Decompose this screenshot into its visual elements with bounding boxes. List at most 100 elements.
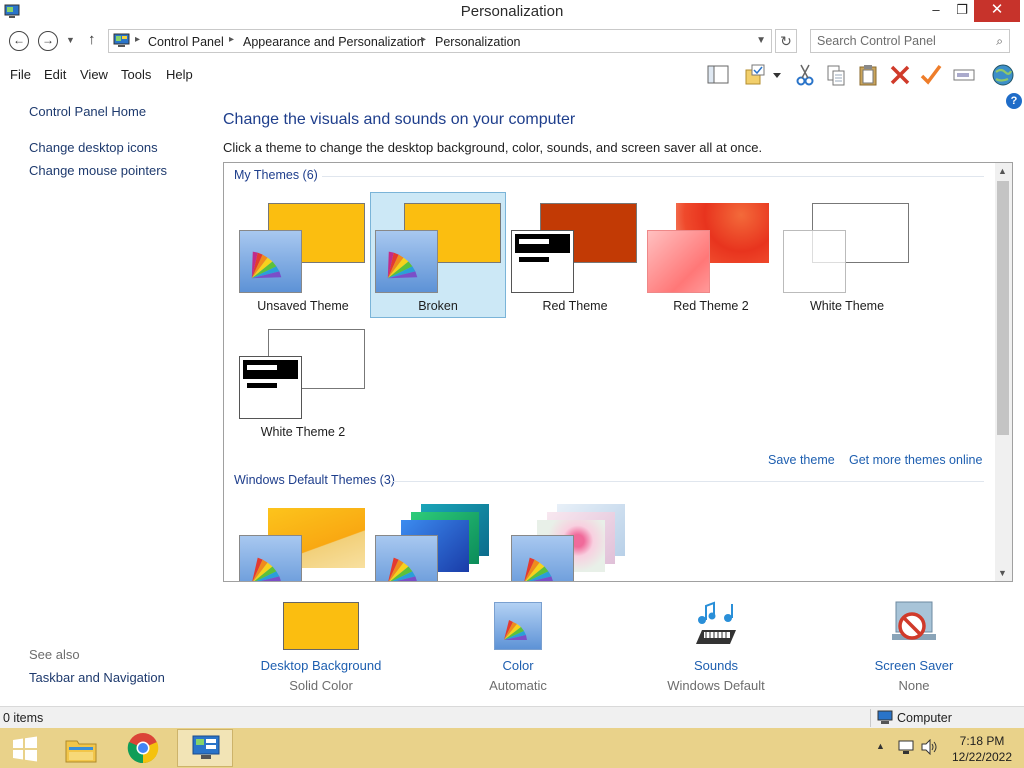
rename-icon[interactable]: [951, 62, 977, 88]
back-button[interactable]: ←: [9, 31, 29, 51]
theme-tile-broken-selected[interactable]: Broken: [370, 192, 506, 318]
breadcrumb-separator[interactable]: ▸: [421, 34, 426, 45]
control-panel-home-link[interactable]: Control Panel Home: [29, 104, 146, 119]
group-divider: [392, 481, 984, 482]
address-row: ← → ▼ ↑ ▸ Control Panel ▸ Appearance and…: [0, 27, 1024, 57]
screen-saver-setting[interactable]: Screen Saver None: [829, 598, 999, 693]
control-panel-icon: [192, 735, 220, 759]
start-button[interactable]: [0, 729, 56, 767]
save-theme-link[interactable]: Save theme: [768, 453, 835, 467]
setting-name[interactable]: Screen Saver: [829, 658, 999, 673]
forward-button[interactable]: →: [38, 31, 58, 51]
menu-file[interactable]: File: [10, 67, 31, 82]
cut-icon[interactable]: [792, 62, 818, 88]
control-panel-icon: [113, 33, 130, 47]
high-contrast-text: [519, 239, 549, 244]
search-icon[interactable]: ⌕: [996, 34, 1003, 49]
theme-tile-red[interactable]: Red Theme: [507, 193, 643, 319]
search-box[interactable]: ⌕: [810, 29, 1010, 53]
theme-tile-windows[interactable]: [235, 498, 371, 581]
theme-tile-white-2[interactable]: White Theme 2: [235, 319, 371, 445]
theme-name: White Theme: [809, 299, 885, 313]
theme-tile-white[interactable]: White Theme: [779, 193, 915, 319]
setting-value: Automatic: [489, 678, 547, 693]
screen-saver-none-icon: [888, 598, 940, 650]
address-bar[interactable]: ▸ Control Panel ▸ Appearance and Persona…: [108, 29, 772, 53]
setting-name[interactable]: Desktop Background: [236, 658, 406, 673]
breadcrumb-separator[interactable]: ▸: [229, 34, 234, 45]
paste-icon[interactable]: [855, 62, 881, 88]
breadcrumb-personalization[interactable]: Personalization: [435, 35, 520, 49]
refresh-button[interactable]: ↻: [775, 29, 797, 53]
delete-icon[interactable]: [887, 62, 913, 88]
setting-name[interactable]: Sounds: [631, 658, 801, 673]
minimize-button[interactable]: –: [922, 0, 950, 22]
color-palette-icon: [494, 598, 542, 650]
menu-view[interactable]: View: [80, 67, 108, 82]
recent-locations-dropdown[interactable]: ▼: [66, 35, 75, 45]
clock-time: 7:18 PM: [959, 734, 1005, 748]
title-bar: Personalization – ❐ ✕: [0, 0, 1024, 25]
theme-tile-unsaved[interactable]: Unsaved Theme: [235, 193, 371, 319]
breadcrumb-appearance[interactable]: Appearance and Personalization: [243, 35, 424, 49]
see-also-label: See also: [29, 647, 80, 662]
my-themes-header[interactable]: My Themes (6): [234, 168, 318, 182]
menu-help[interactable]: Help: [166, 67, 193, 82]
theme-name: Unsaved Theme: [257, 299, 349, 313]
taskbar-navigation-link[interactable]: Taskbar and Navigation: [29, 670, 165, 685]
control-panel-taskbar-button[interactable]: [177, 729, 233, 767]
copy-icon[interactable]: [823, 62, 849, 88]
volume-icon[interactable]: [920, 739, 938, 755]
scroll-thumb[interactable]: [997, 181, 1009, 435]
change-mouse-pointers-link[interactable]: Change mouse pointers: [29, 163, 167, 178]
properties-check-icon[interactable]: [918, 62, 944, 88]
search-input[interactable]: [817, 34, 987, 48]
chrome-icon: [127, 733, 159, 764]
scroll-up-icon[interactable]: ▲: [998, 166, 1007, 176]
color-setting[interactable]: Color Automatic: [433, 598, 603, 693]
sounds-setting[interactable]: Sounds Windows Default: [631, 598, 801, 693]
chrome-button[interactable]: [115, 729, 171, 767]
color-palette-icon: [388, 557, 417, 581]
theme-tile-flowers[interactable]: [507, 498, 643, 581]
solid-color-swatch-icon: [283, 598, 359, 650]
window-title: Personalization: [460, 3, 564, 20]
address-history-dropdown[interactable]: ▼: [756, 35, 766, 46]
dropdown-arrow-icon[interactable]: [769, 62, 785, 88]
theme-color-preview: [239, 230, 302, 293]
theme-list-scrollbar[interactable]: ▲ ▼: [995, 163, 1012, 581]
menu-edit[interactable]: Edit: [44, 67, 66, 82]
scroll-down-icon[interactable]: ▼: [998, 568, 1007, 578]
theme-name: Red Theme: [542, 299, 608, 313]
high-contrast-text: [247, 383, 277, 388]
menu-tools[interactable]: Tools: [121, 67, 151, 82]
theme-color-preview: [647, 230, 710, 293]
breadcrumb-separator[interactable]: ▸: [135, 34, 140, 45]
close-button[interactable]: ✕: [974, 0, 1020, 22]
desktop-background-setting[interactable]: Desktop Background Solid Color: [236, 598, 406, 693]
breadcrumb-control-panel[interactable]: Control Panel: [148, 35, 224, 49]
theme-color-preview: [783, 230, 846, 293]
change-desktop-icons-link[interactable]: Change desktop icons: [29, 140, 158, 155]
theme-color-preview: [511, 535, 574, 581]
theme-tile-lines-colors[interactable]: [371, 498, 507, 581]
system-clock[interactable]: 7:18 PM 12/22/2022: [946, 733, 1018, 765]
default-themes-header[interactable]: Windows Default Themes (3): [234, 473, 395, 487]
clock-date: 12/22/2022: [951, 750, 1013, 764]
maximize-button[interactable]: ❐: [948, 0, 976, 22]
show-hidden-icons[interactable]: ▲: [876, 741, 885, 751]
get-more-themes-link[interactable]: Get more themes online: [849, 453, 982, 467]
setting-value: Windows Default: [667, 678, 765, 693]
start-icon: [13, 736, 37, 762]
setting-name[interactable]: Color: [433, 658, 603, 673]
theme-list[interactable]: My Themes (6) Unsaved Theme Broken Red T…: [223, 162, 1013, 582]
file-explorer-button[interactable]: [53, 729, 109, 767]
layout-pane-icon[interactable]: [705, 62, 731, 88]
up-button[interactable]: ↑: [88, 31, 96, 48]
help-icon[interactable]: ?: [1006, 93, 1022, 109]
page-title: Change the visuals and sounds on your co…: [223, 111, 576, 128]
theme-tile-red-2[interactable]: Red Theme 2: [643, 193, 779, 319]
globe-icon[interactable]: [990, 62, 1016, 88]
network-icon[interactable]: [897, 739, 915, 755]
folder-options-icon[interactable]: [742, 62, 768, 88]
